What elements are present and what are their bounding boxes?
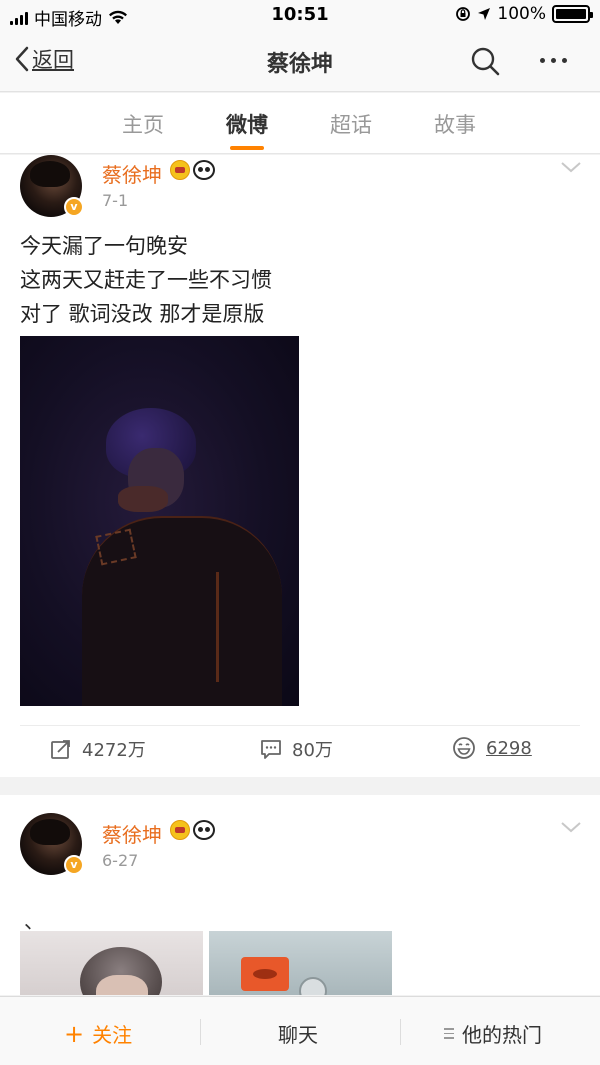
comment-icon xyxy=(261,740,281,759)
chevron-down-icon[interactable] xyxy=(560,821,582,833)
back-label: 返回 xyxy=(32,48,74,72)
user-badges xyxy=(170,820,215,840)
avatar[interactable]: v xyxy=(20,155,84,217)
tab-super-topic[interactable]: 超话 xyxy=(311,109,391,139)
post-text-line: 对了 歌词没改 那才是原版 xyxy=(20,302,265,326)
battery-fill xyxy=(556,9,586,19)
user-badges xyxy=(170,160,215,180)
comment-button[interactable]: 80万 xyxy=(260,736,333,762)
repost-button[interactable]: 4272万 xyxy=(50,736,146,762)
vip-crown-icon xyxy=(170,820,190,840)
user-name[interactable]: 蔡徐坤 xyxy=(102,819,162,848)
bottom-action-bar: + 关注 聊天 他的热门 xyxy=(0,996,600,1065)
more-icon xyxy=(540,58,545,63)
location-arrow-icon xyxy=(478,8,491,20)
post-card: v 蔡徐坤 6-27 、 xyxy=(0,795,600,995)
divider xyxy=(200,1019,201,1045)
battery-percent: 100% xyxy=(497,4,546,24)
repost-icon xyxy=(51,740,70,759)
like-count: 6298 xyxy=(486,737,532,759)
search-button[interactable] xyxy=(470,46,500,80)
panda-icon xyxy=(193,820,215,840)
post-card: v 蔡徐坤 7-1 今天漏了一句晚安 这两天又赶走了一些不习惯 对了 歌词没改 … xyxy=(0,155,600,777)
tab-home[interactable]: 主页 xyxy=(103,109,183,139)
follow-label: 关注 xyxy=(92,1023,133,1047)
repost-count: 4272万 xyxy=(82,740,146,761)
vip-crown-icon xyxy=(170,160,190,180)
more-button[interactable] xyxy=(540,58,567,63)
verified-badge-icon: v xyxy=(64,855,84,875)
post-date: 6-27 xyxy=(102,851,139,870)
profile-tabs: 主页 微博 超话 故事 xyxy=(0,93,600,154)
avatar[interactable]: v xyxy=(20,813,84,875)
chevron-left-icon xyxy=(15,46,29,72)
navigation-bar: 返回 蔡徐坤 xyxy=(0,30,600,92)
panda-icon xyxy=(193,160,215,180)
chevron-down-icon[interactable] xyxy=(560,161,582,173)
page-title: 蔡徐坤 xyxy=(266,52,333,77)
plus-icon: + xyxy=(64,1019,85,1048)
menu-lines-icon xyxy=(444,1028,454,1039)
post-photo[interactable] xyxy=(20,336,299,706)
chat-button[interactable]: 聊天 xyxy=(278,1019,318,1048)
post-photo[interactable] xyxy=(20,931,203,995)
divider xyxy=(400,1019,401,1045)
status-bar: 中国移动 10:51 100% xyxy=(0,0,600,30)
follow-button[interactable]: + 关注 xyxy=(64,1019,132,1048)
post-date: 7-1 xyxy=(102,191,129,210)
hot-posts-button[interactable]: 他的热门 xyxy=(444,1019,542,1048)
status-right: 100% xyxy=(455,4,593,24)
rotation-lock-icon xyxy=(456,7,471,21)
battery-icon xyxy=(552,5,593,23)
chat-label: 聊天 xyxy=(278,1023,318,1047)
post-photo[interactable] xyxy=(209,931,392,995)
post-text: 今天漏了一句晚安 这两天又赶走了一些不习惯 对了 歌词没改 那才是原版 xyxy=(20,229,272,331)
user-name[interactable]: 蔡徐坤 xyxy=(102,159,162,188)
post-text-line: 这两天又赶走了一些不习惯 xyxy=(20,268,272,292)
post-actions: 4272万 80万 6298 xyxy=(20,725,580,777)
hot-posts-label: 他的热门 xyxy=(462,1023,542,1047)
like-button[interactable]: 6298 xyxy=(452,736,532,760)
smile-like-icon xyxy=(453,737,475,759)
back-button[interactable]: 返回 xyxy=(14,44,74,74)
search-icon xyxy=(471,47,500,76)
tab-stories[interactable]: 故事 xyxy=(415,109,495,139)
post-text: 、 xyxy=(24,909,44,933)
post-text-line: 今天漏了一句晚安 xyxy=(20,234,188,258)
comment-count: 80万 xyxy=(292,740,333,761)
active-tab-indicator xyxy=(230,146,264,150)
verified-badge-icon: v xyxy=(64,197,84,217)
tab-weibo[interactable]: 微博 xyxy=(207,109,287,139)
